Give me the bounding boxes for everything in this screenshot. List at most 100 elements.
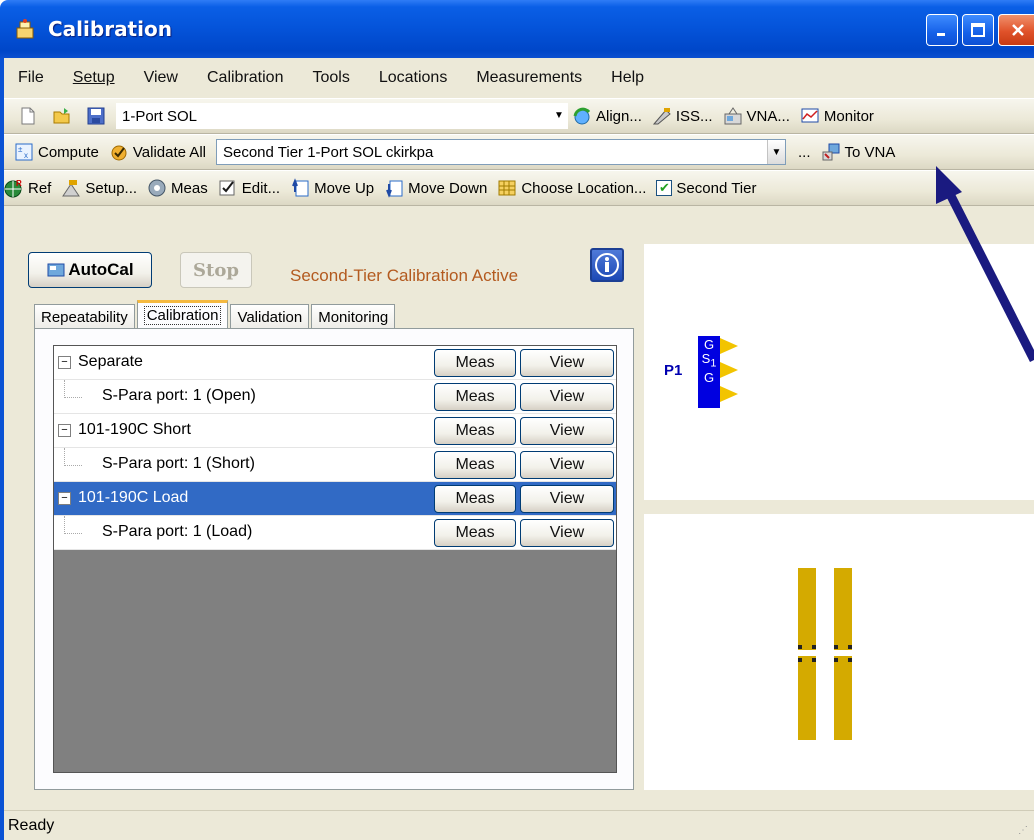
move-down-button[interactable]: Move Down xyxy=(384,178,487,198)
collapse-icon[interactable]: − xyxy=(58,424,71,437)
autocal-button[interactable]: AutoCal xyxy=(28,252,152,288)
meas-button[interactable]: Meas xyxy=(434,519,516,547)
title-bar[interactable]: Calibration xyxy=(0,0,1034,58)
probe-pin-subscript: 1 xyxy=(710,357,717,370)
iss-button[interactable]: ISS... xyxy=(652,106,713,126)
table-row-selected[interactable]: − 101-190C Load Meas View xyxy=(54,482,616,516)
monitor-label: Monitor xyxy=(823,107,874,125)
menu-tools[interactable]: Tools xyxy=(312,69,349,87)
maximize-button[interactable] xyxy=(962,14,994,46)
info-button[interactable] xyxy=(590,248,624,282)
table-row[interactable]: S-Para port: 1 (Load) Meas View xyxy=(54,516,616,550)
save-icon[interactable] xyxy=(86,106,106,126)
meas-button[interactable]: Meas xyxy=(434,417,516,445)
main-panel: AutoCal Stop Second-Tier Calibration Act… xyxy=(4,208,1034,810)
meas-button[interactable]: Meas xyxy=(434,349,516,377)
tab-label: Validation xyxy=(237,309,303,326)
gap-marker xyxy=(812,658,816,662)
main-toolbar: 1-Port SOL ▼ Align... ISS... VNA... Moni… xyxy=(4,98,1034,134)
meas-button[interactable]: Meas xyxy=(434,485,516,513)
menu-calibration[interactable]: Calibration xyxy=(207,69,283,87)
app-icon xyxy=(14,18,36,40)
view-button[interactable]: View xyxy=(520,417,614,445)
monitor-button[interactable]: Monitor xyxy=(800,106,874,126)
meas-button[interactable]: Meas xyxy=(434,451,516,479)
tab-calibration[interactable]: Calibration xyxy=(136,300,229,330)
minimize-button[interactable] xyxy=(926,14,958,46)
table-row[interactable]: − Separate Meas View xyxy=(54,346,616,380)
standard-view-pane[interactable] xyxy=(644,514,1034,790)
align-button[interactable]: Align... xyxy=(572,106,642,126)
ref-button[interactable]: R Ref xyxy=(4,178,51,198)
client-area: File Setup View Calibration Tools Locati… xyxy=(4,58,1034,840)
menu-help[interactable]: Help xyxy=(611,69,644,87)
more-button[interactable]: ... xyxy=(798,144,811,161)
tab-label: Repeatability xyxy=(41,309,128,326)
view-button[interactable]: View xyxy=(520,349,614,377)
edit-step-button[interactable]: Edit... xyxy=(218,178,280,198)
calibration-toolbar: ± x Compute Validate All Second Tier 1-Po… xyxy=(4,134,1034,170)
tab-repeatability[interactable]: Repeatability xyxy=(34,304,135,330)
collapse-icon[interactable]: − xyxy=(58,356,71,369)
gap-marker xyxy=(834,645,838,649)
close-button[interactable] xyxy=(998,14,1034,46)
gap-marker xyxy=(848,658,852,662)
stop-button[interactable]: Stop xyxy=(180,252,252,288)
probe-view-pane[interactable]: P1 G S1 G xyxy=(644,244,1034,500)
compute-button[interactable]: ± x Compute xyxy=(14,142,99,162)
collapse-icon[interactable]: − xyxy=(58,492,71,505)
new-file-icon[interactable] xyxy=(18,106,38,126)
menu-view[interactable]: View xyxy=(144,69,178,87)
open-folder-icon[interactable] xyxy=(52,106,72,126)
table-row[interactable]: S-Para port: 1 (Open) Meas View xyxy=(54,380,616,414)
config-combo[interactable]: 1-Port SOL ▼ xyxy=(116,103,568,129)
vna-button[interactable]: VNA... xyxy=(723,106,790,126)
setup-step-button[interactable]: Setup... xyxy=(61,178,137,198)
view-button[interactable]: View xyxy=(520,383,614,411)
view-button[interactable]: View xyxy=(520,485,614,513)
probe-tip-icon xyxy=(720,338,738,354)
align-icon xyxy=(572,106,592,126)
chevron-down-icon[interactable]: ▼ xyxy=(766,140,785,164)
close-icon xyxy=(1012,24,1024,36)
validate-all-button[interactable]: Validate All xyxy=(109,142,206,162)
move-up-icon xyxy=(290,178,310,198)
chevron-down-icon[interactable]: ▼ xyxy=(550,103,568,127)
compute-icon: ± x xyxy=(14,142,34,162)
menu-bar: File Setup View Calibration Tools Locati… xyxy=(4,58,1034,98)
table-row[interactable]: S-Para port: 1 (Short) Meas View xyxy=(54,448,616,482)
view-button[interactable]: View xyxy=(520,519,614,547)
row-label: S-Para port: 1 (Load) xyxy=(102,523,253,540)
gap-marker xyxy=(812,645,816,649)
monitor-icon xyxy=(800,106,820,126)
resize-grip-icon[interactable]: ⋰ xyxy=(1018,825,1028,836)
menu-setup[interactable]: Setup xyxy=(73,69,115,87)
to-vna-button[interactable]: To VNA xyxy=(821,142,895,162)
view-button[interactable]: View xyxy=(520,451,614,479)
tab-monitoring[interactable]: Monitoring xyxy=(311,304,396,330)
menu-file[interactable]: File xyxy=(18,69,44,87)
second-tier-checkbox[interactable]: ✔ Second Tier xyxy=(656,180,756,197)
probe-pin-label: S xyxy=(701,351,711,366)
minimize-icon xyxy=(937,33,945,36)
info-icon xyxy=(595,253,619,277)
row-label: Separate xyxy=(78,353,143,370)
meas-button[interactable]: Meas xyxy=(434,383,516,411)
ref-label: Ref xyxy=(28,179,52,197)
menu-locations[interactable]: Locations xyxy=(379,69,448,87)
menu-measurements[interactable]: Measurements xyxy=(476,69,582,87)
setup-label: Setup... xyxy=(85,179,138,197)
tab-validation[interactable]: Validation xyxy=(230,304,310,330)
svg-text:x: x xyxy=(24,151,28,160)
meas-step-button[interactable]: Meas xyxy=(147,178,208,198)
table-row[interactable]: − 101-190C Short Meas View xyxy=(54,414,616,448)
choose-location-button[interactable]: Choose Location... xyxy=(497,178,646,198)
calibration-select[interactable]: Second Tier 1-Port SOL ckirkpa ▼ xyxy=(215,139,786,165)
move-up-button[interactable]: Move Up xyxy=(290,178,374,198)
checkmark-icon[interactable]: ✔ xyxy=(656,180,673,196)
probe-tip-icon xyxy=(720,362,738,378)
config-combo-value: 1-Port SOL xyxy=(122,107,198,125)
compute-label: Compute xyxy=(38,143,99,161)
svg-text:R: R xyxy=(16,179,22,188)
probe-tip-icon xyxy=(720,386,738,402)
